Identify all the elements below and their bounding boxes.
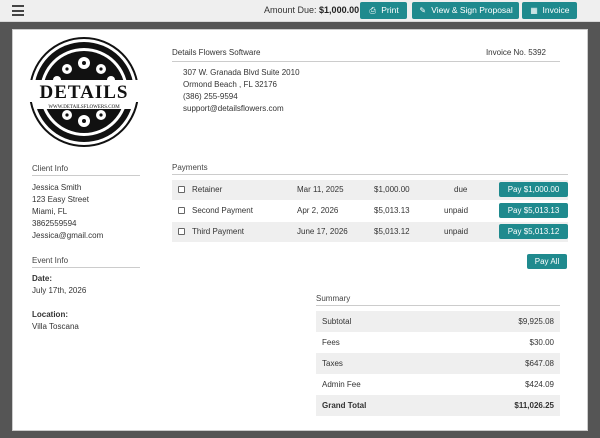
amount-due-label: Amount Due: (264, 5, 317, 15)
company-email[interactable]: support@detailsflowers.com (183, 103, 300, 115)
event-location-label: Location: (32, 310, 68, 319)
payment-amount: $1,000.00 (374, 185, 410, 194)
view-sign-proposal-label: View & Sign Proposal (431, 5, 513, 15)
payment-amount: $5,013.13 (374, 206, 410, 215)
client-phone: 3862559594 (32, 219, 77, 228)
client-info-heading: Client Info (32, 164, 140, 176)
pay-all-button[interactable]: Pay All (527, 254, 567, 269)
amount-due: Amount Due: $1,000.00 (264, 5, 359, 15)
company-header: Details Flowers Software Invoice No. 539… (172, 48, 560, 62)
logo-url: WWW.DETAILSFLOWERS.COM (48, 105, 120, 110)
invoice-button[interactable]: ▦ Invoice (522, 2, 577, 19)
event-info-heading: Event Info (32, 256, 140, 268)
event-location-value: Villa Toscana (32, 322, 79, 331)
company-name: Details Flowers Software (172, 48, 261, 57)
summary-row-taxes: Taxes $647.08 (316, 353, 560, 374)
payment-name: Third Payment (192, 227, 245, 236)
client-info: Jessica Smith 123 Easy Street Miami, FL … (32, 182, 103, 242)
summary-label: Fees (322, 338, 340, 347)
summary-label: Admin Fee (322, 380, 361, 389)
summary-label: Subtotal (322, 317, 352, 326)
summary-value: $424.09 (525, 380, 554, 389)
pay-button[interactable]: Pay $5,013.13 (499, 203, 568, 218)
payment-date: Mar 11, 2025 (297, 185, 344, 194)
payment-row: Second Payment Apr 2, 2026 $5,013.13 unp… (172, 201, 568, 221)
hamburger-icon[interactable] (12, 5, 24, 16)
client-city: Miami, FL (32, 207, 68, 216)
summary-row-fees: Fees $30.00 (316, 332, 560, 353)
details-logo: DETAILS WWW.DETAILSFLOWERS.COM (28, 37, 140, 147)
payment-row: Third Payment June 17, 2026 $5,013.12 un… (172, 222, 568, 242)
summary-value: $30.00 (529, 338, 554, 347)
client-name: Jessica Smith (32, 183, 82, 192)
pay-button[interactable]: Pay $5,013.12 (499, 224, 568, 239)
event-date-label: Date: (32, 274, 53, 283)
payment-status: due (454, 185, 468, 194)
payment-date: Apr 2, 2026 (297, 206, 339, 215)
company-phone: (386) 255-9594 (183, 92, 238, 101)
payments-heading: Payments (172, 163, 568, 175)
payment-name: Second Payment (192, 206, 253, 215)
print-button-label: Print (381, 5, 399, 15)
payment-status: unpaid (444, 206, 469, 215)
payment-status: unpaid (444, 227, 469, 236)
summary-row-grand-total: Grand Total $11,026.25 (316, 395, 560, 416)
view-sign-proposal-button[interactable]: ✎ View & Sign Proposal (412, 2, 519, 19)
company-address: 307 W. Granada Blvd Suite 2010 Ormond Be… (183, 67, 300, 115)
payment-row: Retainer Mar 11, 2025 $1,000.00 due Pay … (172, 180, 568, 200)
payment-checkbox[interactable] (178, 228, 185, 235)
summary-heading: Summary (316, 294, 560, 306)
amount-due-value: $1,000.00 (319, 5, 360, 15)
payment-checkbox[interactable] (178, 186, 185, 193)
pay-button[interactable]: Pay $1,000.00 (499, 182, 568, 197)
pen-icon: ✎ (419, 6, 427, 15)
summary-value: $647.08 (525, 359, 554, 368)
payment-name: Retainer (192, 185, 223, 194)
summary-row-admin-fee: Admin Fee $424.09 (316, 374, 560, 395)
payment-checkbox[interactable] (178, 207, 185, 214)
address-line-1: 307 W. Granada Blvd Suite 2010 (183, 68, 300, 77)
summary-label: Grand Total (322, 401, 367, 410)
address-line-2: Ormond Beach , FL 32176 (183, 80, 277, 89)
logo-wordmark: DETAILS (39, 82, 128, 103)
payment-date: June 17, 2026 (297, 227, 348, 236)
summary-row-subtotal: Subtotal $9,925.08 (316, 311, 560, 332)
summary-label: Taxes (322, 359, 343, 368)
event-date-value: July 17th, 2026 (32, 286, 87, 295)
printer-icon: ⎙ (369, 6, 376, 15)
client-email: Jessica@gmail.com (32, 231, 104, 240)
invoice-button-label: Invoice (542, 5, 570, 15)
summary-value: $11,026.25 (514, 401, 554, 410)
summary-value: $9,925.08 (518, 317, 554, 326)
document-icon: ▦ (530, 6, 538, 15)
print-button[interactable]: ⎙ Print (360, 2, 407, 19)
client-street: 123 Easy Street (32, 195, 89, 204)
payment-amount: $5,013.12 (374, 227, 410, 236)
invoice-number: Invoice No. 5392 (485, 48, 546, 57)
top-toolbar: Amount Due: $1,000.00 ⎙ Print ✎ View & Sig… (0, 0, 600, 22)
